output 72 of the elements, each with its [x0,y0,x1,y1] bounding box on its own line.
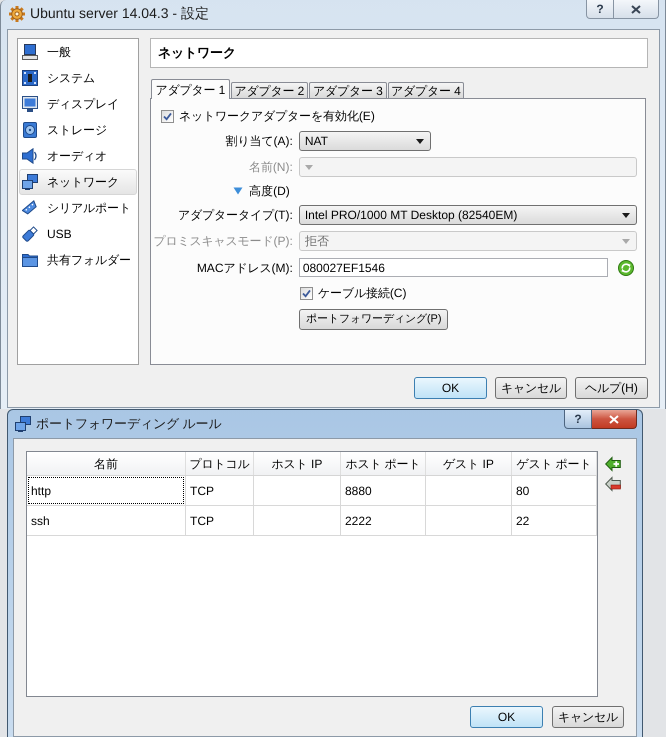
field-label: プロミスキャスモード(P): [153,233,293,250]
checkbox-label[interactable]: ケーブル接続(C) [318,284,406,302]
table-cell-text: 22 [515,512,530,530]
ok-button[interactable]: OK [470,706,543,728]
dropdown[interactable]: Intel PRO/1000 MT Desktop (82540EM) [298,205,637,225]
window-title: Ubuntu server 14.04.3 - 設定 [30,4,209,23]
checkbox[interactable] [300,286,313,300]
speaker-icon [22,148,38,164]
close-button[interactable] [592,410,637,429]
gear-icon [9,6,25,22]
table-cell: http [28,477,184,504]
plus-icon[interactable] [605,456,621,472]
column-header[interactable]: ホスト IP [272,454,322,472]
table-cell-text: 8880 [344,482,373,500]
refresh-icon[interactable] [618,260,634,276]
field-label: 名前(N): [248,159,293,176]
caret-icon [622,212,630,218]
cancel-button[interactable]: キャンセル [495,377,567,399]
computer-icon [22,44,38,60]
connector-icon [22,200,38,216]
help-button[interactable]: ヘルプ(H) [575,377,648,399]
caret-icon [304,164,313,170]
monitor-icon [22,96,38,112]
sidebar-item[interactable]: ディスプレイ [19,91,137,117]
tab[interactable]: アダプター 3 [308,82,387,99]
sidebar-item[interactable]: システム [19,65,137,91]
column-header[interactable]: プロトコル [190,454,250,472]
close-button[interactable] [614,0,659,19]
table-cell-text: 2222 [344,512,373,530]
ok-button[interactable]: OK [414,377,487,399]
table-cell-text: TCP [189,512,215,530]
minus-icon[interactable] [605,476,621,492]
field-label: MACアドレス(M): [196,260,293,276]
column-header[interactable]: ホスト ポート [345,454,421,472]
field-label: 割り当て(A): [225,133,293,150]
port-forwarding-button[interactable]: ポートフォワーディング(P) [298,308,448,330]
sidebar-item[interactable]: USB [19,221,137,247]
window-title: ポートフォワーディング ルール [36,415,222,434]
mac-address-field[interactable]: 080027EF1546 [298,258,608,277]
column-header[interactable]: ゲスト ポート [516,454,592,472]
sidebar-item[interactable]: シリアルポート [19,195,137,221]
tab[interactable]: アダプター 1 [150,79,230,99]
caret-icon [622,238,630,244]
help-button[interactable]: ? [586,0,614,19]
cancel-button[interactable]: キャンセル [552,706,624,728]
chip-icon [22,70,38,86]
field-label: アダプタータイプ(T): [178,207,293,224]
close-icon [609,414,619,424]
two-monitors-icon [15,416,31,432]
checkbox-label[interactable]: ネットワークアダプターを有効化(E) [178,107,375,125]
tab[interactable]: アダプター 4 [388,82,464,99]
column-header[interactable]: 名前 [94,454,118,472]
dropdown[interactable]: NAT [298,131,431,151]
disk-icon [22,122,38,138]
table-cell-text: TCP [189,482,215,500]
folder-icon [22,252,38,268]
expand-toggle[interactable]: 高度(D) [233,182,293,200]
table-cell-text: ssh [30,512,51,530]
sidebar-item[interactable]: 一般 [19,39,137,65]
close-icon [631,4,641,14]
column-header[interactable]: ゲスト IP [443,454,494,472]
sidebar-item[interactable]: オーディオ [19,143,137,169]
sidebar-item[interactable]: ネットワーク [19,169,137,195]
two-monitors-icon [22,174,38,190]
section-title: ネットワーク [150,38,648,68]
sidebar-item[interactable]: ストレージ [19,117,137,143]
table-cell-text: 80 [515,482,530,500]
caret-icon [416,138,424,144]
sidebar-item[interactable]: 共有フォルダー [19,247,137,273]
tab[interactable]: アダプター 2 [230,82,308,99]
help-button[interactable]: ? [564,410,592,429]
checkbox[interactable] [160,110,174,122]
